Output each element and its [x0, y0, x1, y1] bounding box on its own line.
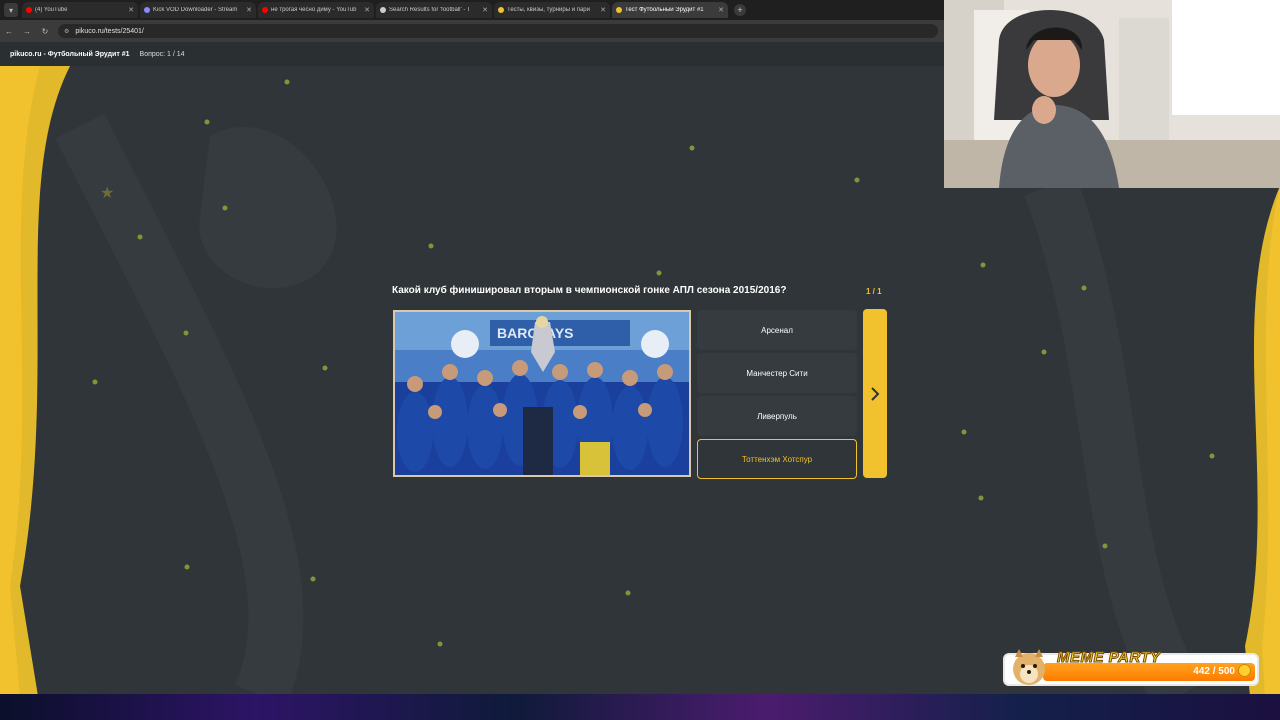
answer-option-liverpool[interactable]: Ливерпуль [697, 396, 857, 436]
pikuco-icon [498, 7, 504, 13]
close-icon[interactable]: ✕ [600, 6, 606, 14]
close-icon[interactable]: ✕ [482, 6, 488, 14]
meme-party-title: MEME PARTY [1057, 649, 1161, 667]
youtube-icon [262, 7, 268, 13]
answer-option-arsenal[interactable]: Арсенал [697, 310, 857, 350]
meme-party-widget: MEME PARTY 442 / 500 [1003, 649, 1259, 686]
reload-icon[interactable]: ↻ [36, 27, 54, 36]
question-image: BARCLAYS [393, 310, 691, 477]
bg-dot [284, 79, 290, 85]
tab-pikuco-home[interactable]: Тесты, квизы, турниры и пари ✕ [494, 2, 610, 18]
tab-bar: ▾ (4) YouTube ✕ Kick VOD Downloader - St… [0, 0, 944, 20]
tab-label: Тесты, квизы, турниры и пари [507, 7, 590, 13]
next-button[interactable] [863, 309, 887, 478]
bg-dot [689, 145, 695, 151]
tab-label: (4) YouTube [35, 7, 68, 13]
bg-dot [978, 495, 984, 501]
bg-dot [322, 365, 328, 371]
tab-search-icon[interactable]: ▾ [4, 3, 18, 17]
streamer-webcam [944, 0, 1280, 188]
answer-option-tottenham[interactable]: Тоттенхэм Хотспур [697, 439, 857, 479]
tab-youtube-video[interactable]: не трогая чесно диму - YouTub ✕ [258, 2, 374, 18]
bg-dot [137, 234, 143, 240]
tab-kick-downloader[interactable]: Kick VOD Downloader - Stream ✕ [140, 2, 256, 18]
site-title[interactable]: pikuco.ru - Футбольный Эрудит #1 [10, 51, 130, 58]
bg-dot [222, 205, 228, 211]
arrow-right-icon[interactable]: → [18, 27, 36, 36]
tab-label: не трогая чесно диму - YouTub [271, 7, 357, 13]
tab-label: Search Results for 'football' - T [389, 7, 471, 13]
url-text: pikuco.ru/tests/25401/ [75, 27, 144, 35]
star-icon: ★ [100, 185, 114, 202]
question-text: Какой клуб финишировал вторым в чемпионс… [392, 285, 787, 296]
kick-icon [144, 7, 150, 13]
bg-dot [428, 243, 434, 249]
pikuco-icon [616, 7, 622, 13]
page-icon [380, 7, 386, 13]
tab-label: Kick VOD Downloader - Stream [153, 7, 238, 13]
close-icon[interactable]: ✕ [128, 6, 134, 14]
bg-dot [310, 576, 316, 582]
tab-quiz-active[interactable]: Тест Футбольный Эрудит #1 ✕ [612, 2, 728, 18]
bg-dot [1041, 349, 1047, 355]
bg-dot [204, 119, 210, 125]
webcam-overlay [944, 0, 1280, 188]
bg-dot [625, 590, 631, 596]
image-counter: 1 / 1 [866, 287, 882, 296]
bg-dot [437, 641, 443, 647]
tab-search-results[interactable]: Search Results for 'football' - T ✕ [376, 2, 492, 18]
chevron-right-icon [871, 386, 880, 401]
tab-youtube[interactable]: (4) YouTube ✕ [22, 2, 138, 18]
address-bar: ← → ↻ ⚙ pikuco.ru/tests/25401/ [0, 20, 944, 42]
close-icon[interactable]: ✕ [246, 6, 252, 14]
close-icon[interactable]: ✕ [364, 6, 370, 14]
doge-icon [1013, 649, 1045, 685]
bg-dot [854, 177, 860, 183]
question-counter: Вопрос: 1 / 14 [139, 50, 185, 58]
bg-blob [199, 126, 337, 289]
bg-dot [1209, 453, 1215, 459]
bg-dot [980, 262, 986, 268]
bg-dot [92, 379, 98, 385]
keyboard-rgb-strip [0, 694, 1280, 720]
team-celebration-photo: BARCLAYS [395, 312, 689, 475]
bg-dot [961, 429, 967, 435]
answer-list: Арсенал Манчестер Сити Ливерпуль Тоттенх… [697, 310, 857, 482]
bg-dot [656, 270, 662, 276]
arrow-left-icon[interactable]: ← [0, 27, 18, 36]
bg-dot [184, 564, 190, 570]
meme-party-count: 442 / 500 [1193, 666, 1235, 677]
youtube-icon [26, 7, 32, 13]
close-icon[interactable]: ✕ [718, 6, 724, 14]
bg-dot [1102, 543, 1108, 549]
new-tab-button[interactable]: + [734, 4, 746, 16]
bg-swoosh-right [1024, 176, 1204, 696]
url-field[interactable]: ⚙ pikuco.ru/tests/25401/ [58, 24, 938, 38]
coin-icon [1238, 664, 1251, 677]
answer-option-man-city[interactable]: Манчестер Сити [697, 353, 857, 393]
bg-dot [183, 330, 189, 336]
tab-label: Тест Футбольный Эрудит #1 [625, 7, 704, 13]
site-header: pikuco.ru - Футбольный Эрудит #1 Вопрос:… [0, 42, 944, 66]
site-info-icon[interactable]: ⚙ [64, 28, 69, 35]
bg-dot [1081, 285, 1087, 291]
